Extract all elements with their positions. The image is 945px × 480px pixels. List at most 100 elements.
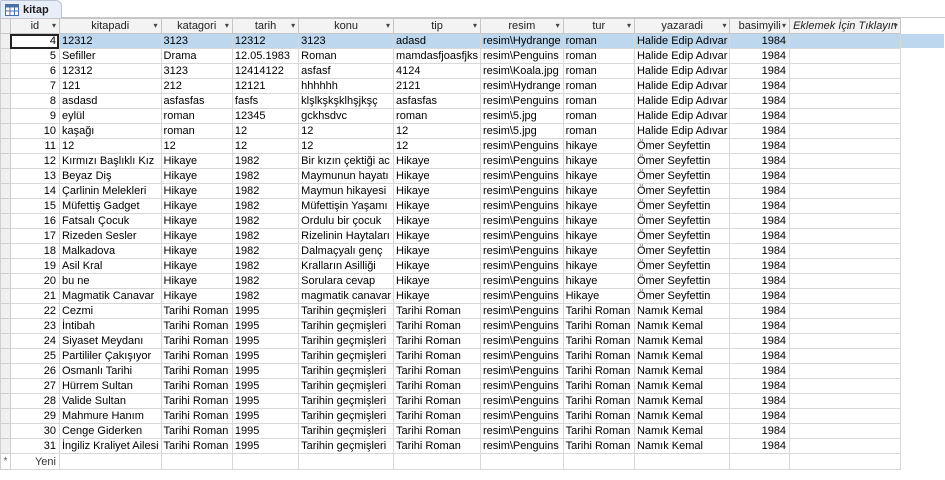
cell-yazaradi[interactable]: Namık Kemal — [633, 318, 731, 334]
cell-id[interactable]: 5 — [9, 48, 60, 64]
cell-tarih[interactable]: 1995 — [231, 333, 300, 349]
record-selector[interactable] — [0, 123, 11, 139]
cell-konu[interactable]: Ordulu bir çocuk — [298, 213, 395, 229]
table-row[interactable]: 25 Partililer Çakışıyor Tarihi Roman 1995 Ta… — [0, 348, 945, 364]
cell-kitapadi[interactable]: 12312 — [58, 33, 162, 49]
cell-yazaradi[interactable]: Ömer Seyfettin — [633, 138, 731, 154]
cell-resim[interactable]: resim\Hydrange — [479, 78, 564, 94]
cell-add-column[interactable] — [789, 48, 901, 64]
cell-katagori[interactable]: roman — [160, 108, 233, 124]
cell-tur[interactable]: Hikaye — [562, 288, 635, 304]
cell-resim[interactable]: resim\Penguins — [479, 393, 564, 409]
cell-katagori[interactable]: Tarihi Roman — [160, 378, 233, 394]
column-header-tip[interactable]: tip ▾ — [393, 18, 481, 34]
cell-katagori[interactable]: Tarihi Roman — [160, 423, 233, 439]
cell-konu[interactable]: Tarihin geçmişleri — [298, 333, 395, 349]
new-cell-tarih[interactable] — [231, 453, 300, 470]
cell-add-column[interactable] — [789, 108, 901, 124]
cell-yazaradi[interactable]: Ömer Seyfettin — [633, 258, 731, 274]
cell-yazaradi[interactable]: Ömer Seyfettin — [633, 228, 731, 244]
cell-konu[interactable]: hhhhhh — [298, 78, 395, 94]
cell-konu[interactable]: Roman — [298, 48, 395, 64]
cell-resim[interactable]: resim\Penguins — [479, 138, 564, 154]
cell-resim[interactable]: resim\Penguins — [479, 318, 564, 334]
cell-id[interactable]: 15 — [9, 198, 60, 214]
table-row[interactable]: 6 12312 3123 12414122 asfasf 4124 resim\Koala.… — [0, 63, 945, 79]
cell-kitapadi[interactable]: Valide Sultan — [58, 393, 162, 409]
table-row[interactable]: 14 Çarlinin Melekleri Hikaye 1982 Maymun hik… — [0, 183, 945, 199]
cell-katagori[interactable]: roman — [160, 123, 233, 139]
cell-kitapadi[interactable]: eylül — [58, 108, 162, 124]
cell-add-column[interactable] — [789, 78, 901, 94]
cell-id[interactable]: 6 — [9, 63, 60, 79]
cell-kitapadi[interactable]: Müfettiş Gadget — [58, 198, 162, 214]
cell-yazaradi[interactable]: Namık Kemal — [633, 303, 731, 319]
cell-tarih[interactable]: fasfs — [231, 93, 300, 109]
cell-kitapadi[interactable]: kaşağı — [58, 123, 162, 139]
cell-tur[interactable]: Tarihi Roman — [562, 423, 635, 439]
record-selector[interactable] — [0, 303, 11, 319]
record-selector[interactable] — [0, 348, 11, 364]
cell-basimyili[interactable]: 1984 — [729, 318, 791, 334]
cell-id[interactable]: 4 — [9, 33, 60, 49]
record-selector[interactable] — [0, 228, 11, 244]
record-selector[interactable] — [0, 258, 11, 274]
record-selector[interactable] — [0, 48, 11, 64]
cell-id[interactable]: 30 — [9, 423, 60, 439]
table-row[interactable]: 27 Hürrem Sultan Tarihi Roman 1995 Tarihin g… — [0, 378, 945, 394]
cell-konu[interactable]: gckhsdvc — [298, 108, 395, 124]
cell-tip[interactable]: Hikaye — [393, 273, 481, 289]
record-selector[interactable] — [0, 408, 11, 424]
column-header-tur[interactable]: tur ▾ — [562, 18, 635, 34]
cell-yazaradi[interactable]: Ömer Seyfettin — [633, 153, 731, 169]
cell-tarih[interactable]: 1982 — [231, 273, 300, 289]
cell-kitapadi[interactable]: Kırmızı Başlıklı Kız — [58, 153, 162, 169]
cell-konu[interactable]: klşlkşkşklhşjkşç — [298, 93, 395, 109]
column-header-kitapadi[interactable]: kitapadi ▾ — [58, 18, 162, 34]
cell-resim[interactable]: resim\Penguins — [479, 333, 564, 349]
cell-resim[interactable]: resim\Penguins — [479, 168, 564, 184]
cell-kitapadi[interactable]: asdasd — [58, 93, 162, 109]
cell-id[interactable]: 9 — [9, 108, 60, 124]
new-cell-tur[interactable] — [562, 453, 635, 470]
cell-kitapadi[interactable]: Malkadova — [58, 243, 162, 259]
cell-basimyili[interactable]: 1984 — [729, 198, 791, 214]
cell-add-column[interactable] — [789, 198, 901, 214]
cell-tip[interactable]: Hikaye — [393, 228, 481, 244]
cell-id[interactable]: 11 — [9, 138, 60, 154]
cell-tarih[interactable]: 1995 — [231, 438, 300, 454]
cell-kitapadi[interactable]: Çarlinin Melekleri — [58, 183, 162, 199]
record-selector[interactable] — [0, 138, 11, 154]
cell-katagori[interactable]: Hikaye — [160, 213, 233, 229]
cell-tur[interactable]: Tarihi Roman — [562, 408, 635, 424]
cell-tarih[interactable]: 12345 — [231, 108, 300, 124]
cell-konu[interactable]: Tarihin geçmişleri — [298, 348, 395, 364]
cell-konu[interactable]: Tarihin geçmişleri — [298, 363, 395, 379]
cell-tip[interactable]: Hikaye — [393, 258, 481, 274]
table-row[interactable]: 10 kaşağı roman 12 12 12 resim\5.jpg roman Halid… — [0, 123, 945, 139]
new-cell-id[interactable]: Yeni — [9, 453, 60, 470]
cell-konu[interactable]: magmatik canavar — [298, 288, 395, 304]
cell-yazaradi[interactable]: Ömer Seyfettin — [633, 183, 731, 199]
table-row[interactable]: 22 Cezmi Tarihi Roman 1995 Tarihin geçmişler… — [0, 303, 945, 319]
cell-tur[interactable]: hikaye — [562, 153, 635, 169]
cell-resim[interactable]: resim\Penguins — [479, 438, 564, 454]
record-selector[interactable] — [0, 93, 11, 109]
column-header-basimyili[interactable]: basimyili ▾ — [729, 18, 791, 34]
cell-konu[interactable]: Tarihin geçmişleri — [298, 408, 395, 424]
cell-kitapadi[interactable]: Osmanlı Tarihi — [58, 363, 162, 379]
cell-tip[interactable]: Hikaye — [393, 213, 481, 229]
cell-tur[interactable]: hikaye — [562, 228, 635, 244]
cell-konu[interactable]: 12 — [298, 138, 395, 154]
cell-yazaradi[interactable]: Namık Kemal — [633, 438, 731, 454]
new-cell-konu[interactable] — [298, 453, 395, 470]
cell-basimyili[interactable]: 1984 — [729, 168, 791, 184]
cell-id[interactable]: 14 — [9, 183, 60, 199]
table-row[interactable]: 28 Valide Sultan Tarihi Roman 1995 Tarihin g… — [0, 393, 945, 409]
cell-tip[interactable]: 12 — [393, 138, 481, 154]
cell-basimyili[interactable]: 1984 — [729, 423, 791, 439]
cell-tur[interactable]: roman — [562, 63, 635, 79]
cell-konu[interactable]: Rizelinin Haytaları — [298, 228, 395, 244]
cell-resim[interactable]: resim\Penguins — [479, 213, 564, 229]
cell-konu[interactable]: Tarihin geçmişleri — [298, 393, 395, 409]
